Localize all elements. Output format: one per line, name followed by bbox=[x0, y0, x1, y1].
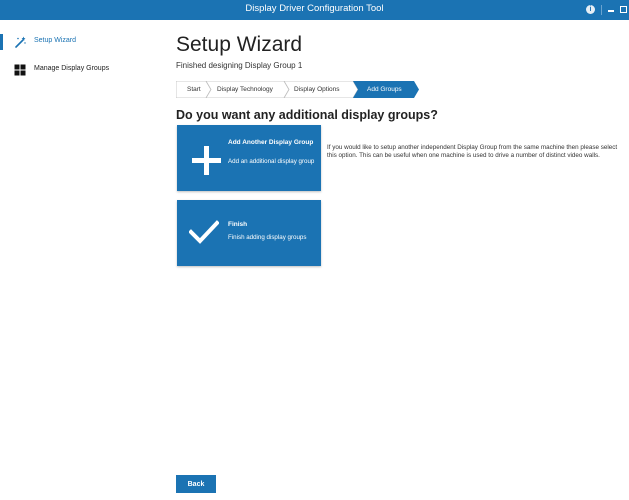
checkmark-icon bbox=[189, 220, 219, 244]
back-button[interactable]: Back bbox=[176, 475, 216, 493]
add-group-explanation: If you would like to setup another indep… bbox=[327, 144, 618, 159]
step-display-options[interactable]: Display Options bbox=[294, 86, 340, 93]
titlebar-separator bbox=[601, 5, 602, 15]
info-icon[interactable]: i bbox=[586, 5, 595, 14]
sidebar-item-setup-wizard[interactable]: Setup Wizard bbox=[0, 34, 135, 50]
sidebar-item-label: Setup Wizard bbox=[34, 37, 77, 44]
sidebar-item-manage-display-groups[interactable]: Manage Display Groups bbox=[0, 62, 135, 78]
plus-icon-horizontal bbox=[192, 158, 221, 163]
page-title: Setup Wizard bbox=[176, 33, 303, 56]
main-content: Setup Wizard Finished designing Display … bbox=[135, 20, 629, 500]
sidebar: Setup Wizard Manage Display Groups bbox=[0, 20, 135, 500]
step-add-groups[interactable]: Add Groups bbox=[367, 86, 402, 93]
maximize-icon[interactable] bbox=[620, 6, 627, 13]
grid-icon bbox=[14, 64, 26, 76]
sidebar-item-label: Manage Display Groups bbox=[34, 65, 110, 72]
step-display-technology[interactable]: Display Technology bbox=[217, 86, 273, 93]
active-indicator bbox=[0, 34, 3, 50]
window-title: Display Driver Configuration Tool bbox=[245, 3, 384, 14]
title-bar: Display Driver Configuration Tool i bbox=[0, 0, 629, 20]
tile-title: Finish bbox=[228, 221, 248, 228]
tile-description: Finish adding display groups bbox=[228, 234, 307, 241]
step-start[interactable]: Start bbox=[187, 86, 201, 93]
add-display-group-button[interactable]: Add Another Display Group Add an additio… bbox=[177, 125, 321, 191]
page-subtitle: Finished designing Display Group 1 bbox=[176, 61, 303, 70]
tile-title: Add Another Display Group bbox=[228, 139, 314, 146]
wand-icon bbox=[15, 36, 26, 48]
section-heading: Do you want any additional display group… bbox=[176, 108, 438, 122]
finish-button[interactable]: Finish Finish adding display groups bbox=[177, 200, 321, 266]
minimize-icon[interactable] bbox=[608, 10, 614, 12]
tile-description: Add an additional display group bbox=[228, 158, 315, 165]
